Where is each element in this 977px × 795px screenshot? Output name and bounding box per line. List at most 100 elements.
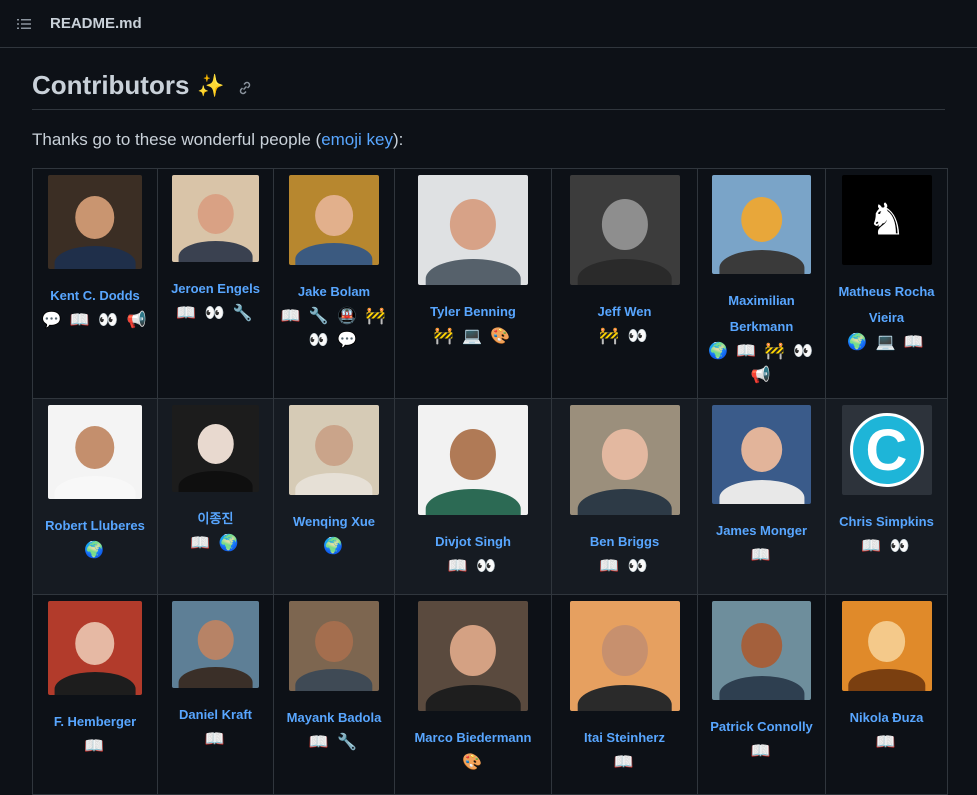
- contribution-emojis[interactable]: 🌍 💻 📖: [832, 331, 941, 355]
- contribution-emojis[interactable]: 🌍: [39, 539, 151, 563]
- contributor-name[interactable]: Daniel Kraft: [164, 702, 267, 728]
- contributor-name[interactable]: Nikola Đuza: [832, 705, 941, 731]
- contributor-name[interactable]: 이종진: [164, 506, 267, 532]
- contribution-emojis[interactable]: 🚧 👀: [558, 325, 691, 349]
- avatar-shoulders: [718, 480, 805, 504]
- contributor-avatar[interactable]: [841, 601, 932, 691]
- contributor-avatar[interactable]: [289, 405, 379, 495]
- avatar-face: [75, 195, 115, 239]
- contributor-avatar[interactable]: [48, 601, 142, 695]
- contributor-name[interactable]: Marco Biedermann: [401, 725, 545, 751]
- contributor-avatar[interactable]: [712, 175, 811, 274]
- contributor-avatar[interactable]: [172, 601, 259, 688]
- contributor-name[interactable]: F. Hemberger: [39, 709, 151, 735]
- contribution-emojis[interactable]: 📖 🔧: [280, 731, 388, 755]
- contributor-avatar[interactable]: [289, 601, 379, 691]
- contributor-name[interactable]: Robert Lluberes: [39, 513, 151, 539]
- avatar-shoulders: [178, 241, 253, 262]
- contributor-name[interactable]: Jeroen Engels: [164, 276, 267, 302]
- contributor-name[interactable]: Kent C. Dodds: [39, 283, 151, 309]
- contributor-avatar[interactable]: [569, 601, 680, 711]
- contributor-avatar[interactable]: ♞: [841, 175, 932, 265]
- contributor-avatar[interactable]: [289, 175, 379, 265]
- avatar-shoulders: [295, 243, 373, 265]
- contributor-name[interactable]: Maximilian Berkmann: [704, 288, 819, 340]
- avatar-shoulders: [178, 471, 253, 492]
- avatar-shoulders: [718, 676, 805, 700]
- wolf-logo-icon: ♞: [866, 195, 907, 245]
- contributor-avatar[interactable]: [418, 405, 528, 515]
- contributor-avatar[interactable]: [569, 175, 680, 285]
- contribution-emojis[interactable]: 📖: [832, 731, 941, 755]
- contributor-name[interactable]: Ben Briggs: [558, 529, 691, 555]
- contributor-cell: Itai Steinherz 📖: [551, 594, 698, 795]
- avatar-face: [601, 625, 648, 676]
- contributors-table: Kent C. Dodds 💬 📖 👀 📢 Jeroen Engels 📖 👀 🔧 Ja…: [32, 168, 948, 795]
- emoji-key-link[interactable]: emoji key: [321, 130, 393, 149]
- contributor-name[interactable]: James Monger: [704, 518, 819, 544]
- list-icon[interactable]: [16, 16, 32, 32]
- avatar-face: [75, 621, 115, 665]
- contribution-emojis[interactable]: 📖 👀 🔧: [164, 302, 267, 326]
- contributor-name[interactable]: Jeff Wen: [558, 299, 691, 325]
- contributor-name[interactable]: Divjot Singh: [401, 529, 545, 555]
- contributor-name[interactable]: Chris Simpkins: [832, 509, 941, 535]
- contributor-cell: Kent C. Dodds 💬 📖 👀 📢: [32, 168, 158, 399]
- avatar-shoulders: [295, 669, 373, 691]
- contribution-emojis[interactable]: 🎨: [401, 751, 545, 775]
- contributor-avatar[interactable]: [712, 405, 811, 504]
- avatar-shoulders: [577, 684, 672, 711]
- contribution-emojis[interactable]: 📖: [558, 751, 691, 775]
- table-row: F. Hemberger 📖 Daniel Kraft 📖 Mayank Badola 📖…: [32, 594, 948, 795]
- contribution-emojis[interactable]: 📖 👀: [401, 555, 545, 579]
- contribution-emojis[interactable]: 📖: [39, 735, 151, 759]
- contributors-heading: Contributors ✨: [32, 70, 945, 110]
- contributor-name[interactable]: Jake Bolam: [280, 279, 388, 305]
- contributor-avatar[interactable]: [172, 405, 259, 492]
- contribution-emojis[interactable]: 📖: [164, 728, 267, 752]
- intro-text-before: Thanks go to these wonderful people (: [32, 130, 322, 149]
- contribution-emojis[interactable]: 📖: [704, 740, 819, 764]
- contributor-cell: Jeff Wen 🚧 👀: [551, 168, 698, 399]
- contribution-emojis[interactable]: 📖 👀: [558, 555, 691, 579]
- readme-content: Contributors ✨ Thanks go to these wonder…: [0, 48, 977, 795]
- avatar-face: [740, 196, 783, 243]
- avatar-face: [197, 620, 234, 661]
- contributor-avatar[interactable]: C: [841, 405, 932, 495]
- contributor-avatar[interactable]: [48, 175, 142, 269]
- contributor-cell: Marco Biedermann 🎨: [394, 594, 552, 795]
- contribution-emojis[interactable]: 📖 🔧 🚇 🚧 👀 💬: [280, 305, 388, 353]
- contributor-cell: Wenqing Xue 🌍: [273, 398, 395, 595]
- contributor-name[interactable]: Patrick Connolly: [704, 714, 819, 740]
- avatar-shoulders: [178, 667, 253, 688]
- contributor-avatar[interactable]: [48, 405, 142, 499]
- contributor-name[interactable]: Matheus Rocha Vieira: [832, 279, 941, 331]
- contributor-avatar[interactable]: [418, 601, 528, 711]
- avatar-shoulders: [425, 488, 521, 515]
- contributor-name[interactable]: Wenqing Xue: [280, 509, 388, 535]
- table-row: Robert Lluberes 🌍 이종진 📖 🌍 Wenqing Xue 🌍 Divjot…: [32, 398, 948, 595]
- contribution-emojis[interactable]: 🌍: [280, 535, 388, 559]
- contribution-emojis[interactable]: 📖 🌍: [164, 532, 267, 556]
- contributor-cell: Jeroen Engels 📖 👀 🔧: [157, 168, 274, 399]
- contributor-avatar[interactable]: [418, 175, 528, 285]
- contribution-emojis[interactable]: 🌍 📖 🚧 👀 📢: [704, 340, 819, 388]
- contributor-cell: Tyler Benning 🚧 💻 🎨: [394, 168, 552, 399]
- contribution-emojis[interactable]: 📖: [704, 544, 819, 568]
- contributor-cell: Robert Lluberes 🌍: [32, 398, 158, 595]
- contributor-avatar[interactable]: [569, 405, 680, 515]
- intro-text: Thanks go to these wonderful people (emo…: [32, 130, 945, 150]
- contributor-name[interactable]: Tyler Benning: [401, 299, 545, 325]
- contributor-avatar[interactable]: [712, 601, 811, 700]
- contributor-name[interactable]: Mayank Badola: [280, 705, 388, 731]
- avatar-shoulders: [718, 250, 805, 274]
- file-header: README.md: [0, 0, 977, 48]
- table-row: Kent C. Dodds 💬 📖 👀 📢 Jeroen Engels 📖 👀 🔧 Ja…: [32, 168, 948, 399]
- contributor-name[interactable]: Itai Steinherz: [558, 725, 691, 751]
- link-icon[interactable]: [237, 80, 253, 96]
- contributor-avatar[interactable]: [172, 175, 259, 262]
- avatar-face: [601, 199, 648, 250]
- contribution-emojis[interactable]: 💬 📖 👀 📢: [39, 309, 151, 333]
- contribution-emojis[interactable]: 🚧 💻 🎨: [401, 325, 545, 349]
- contribution-emojis[interactable]: 📖 👀: [832, 535, 941, 559]
